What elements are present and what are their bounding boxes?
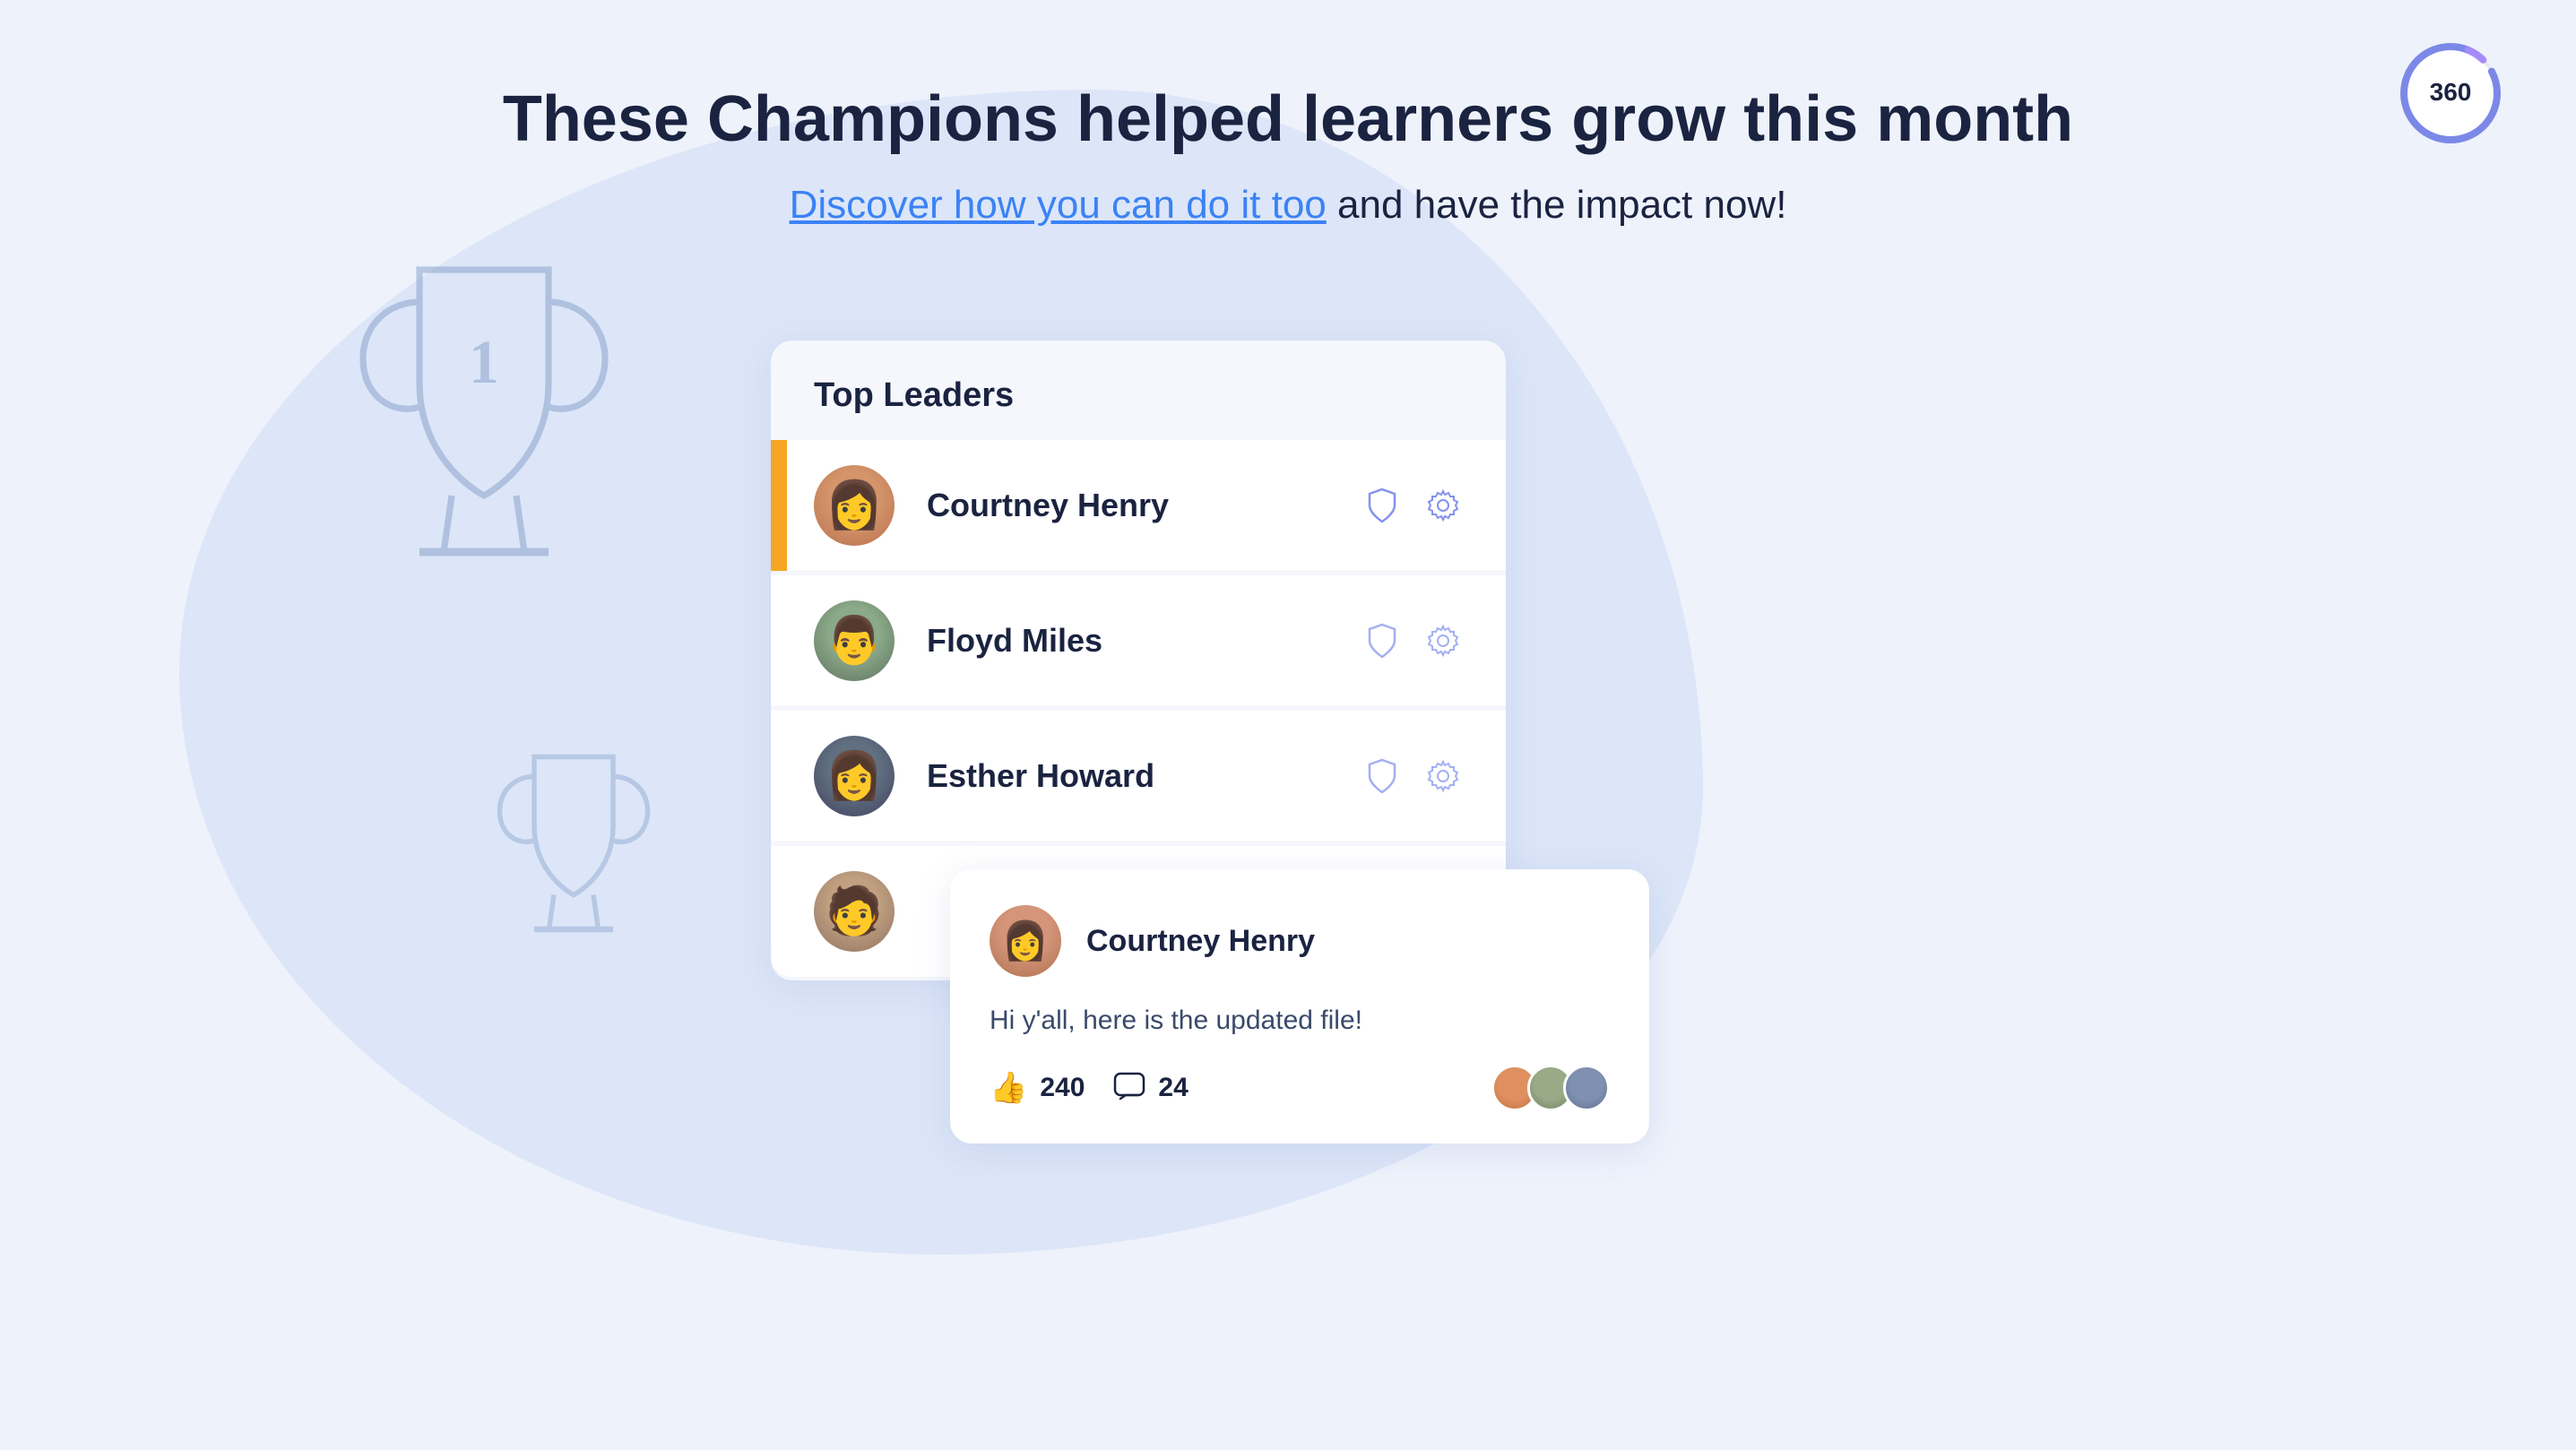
header: These Champions helped learners grow thi…: [0, 81, 2576, 228]
leader-icons-3: [1362, 756, 1463, 796]
gear-icon-2: [1423, 621, 1463, 660]
leader-row-1[interactable]: 👩 Courtney Henry: [771, 440, 1506, 572]
leader-name-2: Floyd Miles: [927, 622, 1362, 660]
leader-icons-1: [1362, 486, 1463, 525]
chat-actions: 👍 240 24: [990, 1065, 1610, 1111]
shield-icon-1: [1362, 486, 1402, 525]
leader-icons-2: [1362, 621, 1463, 660]
discover-link[interactable]: Discover how you can do it too: [790, 183, 1327, 227]
comment-icon: [1113, 1072, 1145, 1104]
commentor-avatar-3: [1563, 1065, 1610, 1111]
leader-avatar-4: 🧑: [814, 871, 895, 952]
comments-count: 24: [1158, 1073, 1188, 1103]
leader-avatar-1: 👩: [814, 465, 895, 546]
chat-avatar: 👩: [990, 905, 1061, 977]
chat-message: Hi y'all, here is the updated file!: [990, 1002, 1610, 1040]
leader-name-1: Courtney Henry: [927, 487, 1362, 524]
leader-row-3[interactable]: 👩 Esther Howard: [771, 711, 1506, 842]
chat-user-row: 👩 Courtney Henry: [990, 905, 1610, 977]
svg-text:360: 360: [2430, 78, 2472, 106]
leader-avatar-3: 👩: [814, 736, 895, 816]
leaders-card-title: Top Leaders: [771, 376, 1506, 440]
leader-avatar-2: 👨: [814, 600, 895, 681]
likes-count: 240: [1040, 1073, 1085, 1103]
gear-icon-1: [1423, 486, 1463, 525]
main-title: These Champions helped learners grow thi…: [0, 81, 2576, 158]
yellow-accent-bar: [771, 440, 787, 571]
shield-icon-2: [1362, 621, 1402, 660]
chat-commentors: [1491, 1065, 1610, 1111]
trophy-small-icon: [475, 735, 672, 986]
chat-card: 👩 Courtney Henry Hi y'all, here is the u…: [950, 869, 1649, 1144]
trophy-large-icon: 1: [323, 251, 645, 627]
leader-name-3: Esther Howard: [927, 757, 1362, 795]
chat-comments[interactable]: 24: [1113, 1072, 1188, 1104]
subtitle: Discover how you can do it too and have …: [0, 183, 2576, 228]
chat-username: Courtney Henry: [1086, 924, 1315, 959]
thumbs-up-icon: 👍: [990, 1070, 1027, 1106]
badge-360: 360: [2397, 39, 2504, 147]
subtitle-rest: and have the impact now!: [1337, 183, 1786, 227]
gear-icon-3: [1423, 756, 1463, 796]
chat-likes[interactable]: 👍 240: [990, 1070, 1085, 1106]
shield-icon-3: [1362, 756, 1402, 796]
leader-row-2[interactable]: 👨 Floyd Miles: [771, 575, 1506, 707]
svg-text:1: 1: [469, 328, 499, 396]
